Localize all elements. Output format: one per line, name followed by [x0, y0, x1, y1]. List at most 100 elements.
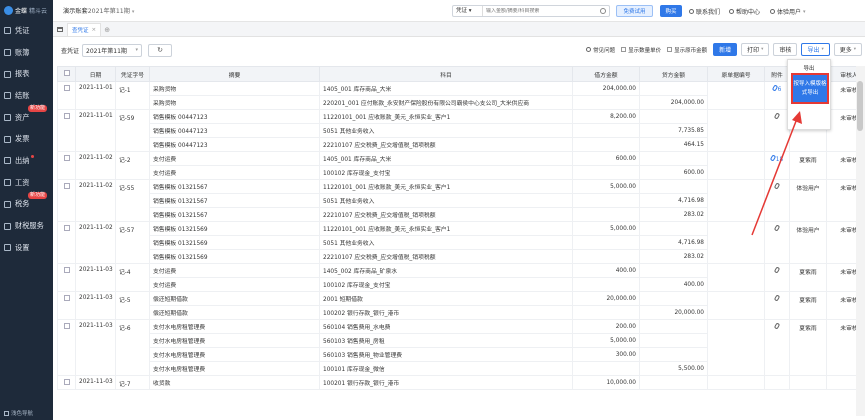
- user-menu[interactable]: 体验用户 ▾: [770, 7, 806, 16]
- row-checkbox-cell[interactable]: [57, 81, 76, 110]
- table-row[interactable]: 2021-11-03 记-4 支付运费 1405_002 库存商品_矿泉水 400.00…: [57, 263, 865, 292]
- sidebar-item-4[interactable]: 资产 新功能: [0, 104, 53, 129]
- voucher-number[interactable]: 记-1: [115, 81, 150, 110]
- credit-amount: 464.15: [639, 137, 708, 152]
- summary-cell: 销售模板 01321569: [149, 221, 320, 236]
- export-menu-item[interactable]: 导出: [788, 60, 830, 72]
- help-icon: [729, 9, 734, 14]
- table-row[interactable]: 2021-11-03 记-7 收货款 100201 银行存款_银行_港币 10,000.…: [57, 375, 865, 390]
- contact-link[interactable]: 联系我们: [689, 7, 720, 16]
- table-row[interactable]: 2021-11-01 记-59 销售模板 00447123 11220101_001 …: [57, 109, 865, 152]
- voucher-number[interactable]: 记-57: [115, 221, 150, 264]
- credit-amount: 4,716.98: [639, 193, 708, 208]
- row-checkbox[interactable]: [63, 85, 70, 91]
- audit-button[interactable]: 审核: [773, 43, 798, 56]
- column-header: 原单据编号: [707, 66, 765, 82]
- theme-toggle[interactable]: 浅色导航: [4, 409, 33, 417]
- export-template-menu-item[interactable]: 按导入模版格 式导出: [791, 73, 829, 104]
- new-feature-badge: 新功能: [28, 191, 48, 199]
- attachment-cell[interactable]: [764, 319, 790, 376]
- sidebar-item-9[interactable]: 财税服务: [0, 215, 53, 237]
- help-center-link[interactable]: 帮助中心: [729, 7, 760, 16]
- show-qty-checkbox[interactable]: 显示数量单价: [621, 46, 661, 54]
- account-cell: 11220101_001 应收账款_美元_永恒实业_客户1: [319, 109, 573, 124]
- row-checkbox[interactable]: [63, 155, 70, 161]
- new-button[interactable]: 新增: [713, 43, 738, 56]
- voucher-number[interactable]: 记-6: [115, 319, 150, 376]
- attachment-cell[interactable]: [764, 291, 790, 320]
- export-button[interactable]: 导出 ▾: [801, 43, 830, 56]
- sidebar-item-1[interactable]: 账簿: [0, 42, 53, 64]
- sidebar-item-6[interactable]: 出纳: [0, 150, 53, 172]
- refresh-button[interactable]: ↻: [148, 43, 173, 57]
- sidebar-item-5[interactable]: 发票: [0, 128, 53, 150]
- free-trial-button[interactable]: 免费试用: [616, 5, 653, 17]
- period-select[interactable]: 2021年第11期 ▾: [82, 43, 143, 57]
- credit-amount: [639, 109, 708, 124]
- voucher-number[interactable]: 记-55: [115, 179, 150, 222]
- voucher-number[interactable]: 记-59: [115, 109, 150, 152]
- sidebar-item-0[interactable]: 凭证: [0, 20, 53, 42]
- vertical-scrollbar[interactable]: [856, 66, 865, 416]
- search-type-select[interactable]: 凭证 ▾: [453, 6, 483, 16]
- account-title[interactable]: 演示账套2021年第11期 ▾: [63, 6, 134, 15]
- row-checkbox[interactable]: [63, 295, 70, 301]
- row-checkbox-cell[interactable]: [57, 221, 76, 264]
- row-checkbox-cell[interactable]: [57, 375, 76, 390]
- scrollbar-thumb[interactable]: [857, 81, 863, 131]
- table-row[interactable]: 2021-11-03 记-6 支付水电房租管理费 560104 销售费用_水电费 200…: [57, 319, 865, 376]
- buy-button[interactable]: 购买: [660, 5, 682, 17]
- sidebar-item-label: 资产: [15, 112, 30, 122]
- voucher-number[interactable]: 记-5: [115, 291, 150, 320]
- row-checkbox[interactable]: [63, 267, 70, 273]
- attachment-cell[interactable]: [764, 263, 790, 292]
- sidebar-item-8[interactable]: 税务 新功能: [0, 191, 53, 216]
- show-fx-checkbox[interactable]: 显示原币金额: [667, 46, 707, 54]
- attachment-cell[interactable]: 6: [764, 81, 790, 110]
- voucher-number[interactable]: 记-7: [115, 375, 150, 390]
- row-checkbox-cell[interactable]: [57, 151, 76, 180]
- voucher-number[interactable]: 记-2: [115, 151, 150, 180]
- account-cell: 560103 销售费用_物业管理费: [319, 347, 573, 362]
- tab-voucher-query[interactable]: 查凭证 ×: [67, 23, 102, 36]
- home-tab[interactable]: [53, 23, 67, 36]
- row-checkbox-cell[interactable]: [57, 291, 76, 320]
- app-logo[interactable]: 金蝶 精斗云: [0, 0, 53, 20]
- row-checkbox-cell[interactable]: [57, 179, 76, 222]
- column-header[interactable]: [57, 66, 76, 82]
- row-checkbox[interactable]: [63, 183, 70, 189]
- voucher-number[interactable]: 记-4: [115, 263, 150, 292]
- close-icon[interactable]: ×: [92, 27, 97, 33]
- column-header: 日期: [75, 66, 116, 82]
- search-input[interactable]: [483, 8, 600, 14]
- row-checkbox[interactable]: [63, 379, 70, 385]
- row-checkbox-cell[interactable]: [57, 109, 76, 152]
- sidebar-item-2[interactable]: 报表: [0, 63, 53, 85]
- more-button[interactable]: 更多 ▾: [833, 43, 862, 56]
- row-checkbox[interactable]: [63, 323, 70, 329]
- sidebar-item-10[interactable]: 设置: [0, 237, 53, 259]
- attachment-cell[interactable]: [764, 375, 790, 390]
- paperclip-icon[interactable]: [773, 322, 780, 330]
- sidebar-item-7[interactable]: 工资: [0, 172, 53, 194]
- row-checkbox-cell[interactable]: [57, 319, 76, 376]
- credit-amount: 7,735.85: [639, 123, 708, 138]
- paperclip-icon[interactable]: [773, 294, 780, 302]
- row-checkbox[interactable]: [63, 225, 70, 231]
- print-button[interactable]: 打印 ▾: [741, 43, 770, 56]
- table-row[interactable]: 2021-11-01 记-1 采购货物 1405_001 库存商品_大米 204,000…: [57, 81, 865, 110]
- search-icon[interactable]: [600, 8, 606, 14]
- table-row[interactable]: 2021-11-02 记-2 支付运费 1405_001 库存商品_大米 600.00 1…: [57, 151, 865, 180]
- paperclip-icon[interactable]: [773, 266, 780, 274]
- select-all-checkbox[interactable]: [63, 70, 70, 76]
- table-row[interactable]: 2021-11-03 记-5 偿还短期借款 2001 短期借款 20,000.00 夏紫雨…: [57, 291, 865, 320]
- sidebar-item-3[interactable]: 结账: [0, 85, 53, 107]
- faq-link[interactable]: 常见问题: [586, 46, 615, 54]
- table-row[interactable]: 2021-11-02 记-57 销售模板 01321569 11220101_001 …: [57, 221, 865, 264]
- add-tab-icon[interactable]: ⊕: [101, 23, 113, 36]
- attachment-count[interactable]: 6: [778, 87, 782, 93]
- row-checkbox-cell[interactable]: [57, 263, 76, 292]
- credit-amount: [639, 179, 708, 194]
- table-row[interactable]: 2021-11-02 记-55 销售模板 01321567 11220101_001 …: [57, 179, 865, 222]
- row-checkbox[interactable]: [63, 113, 70, 119]
